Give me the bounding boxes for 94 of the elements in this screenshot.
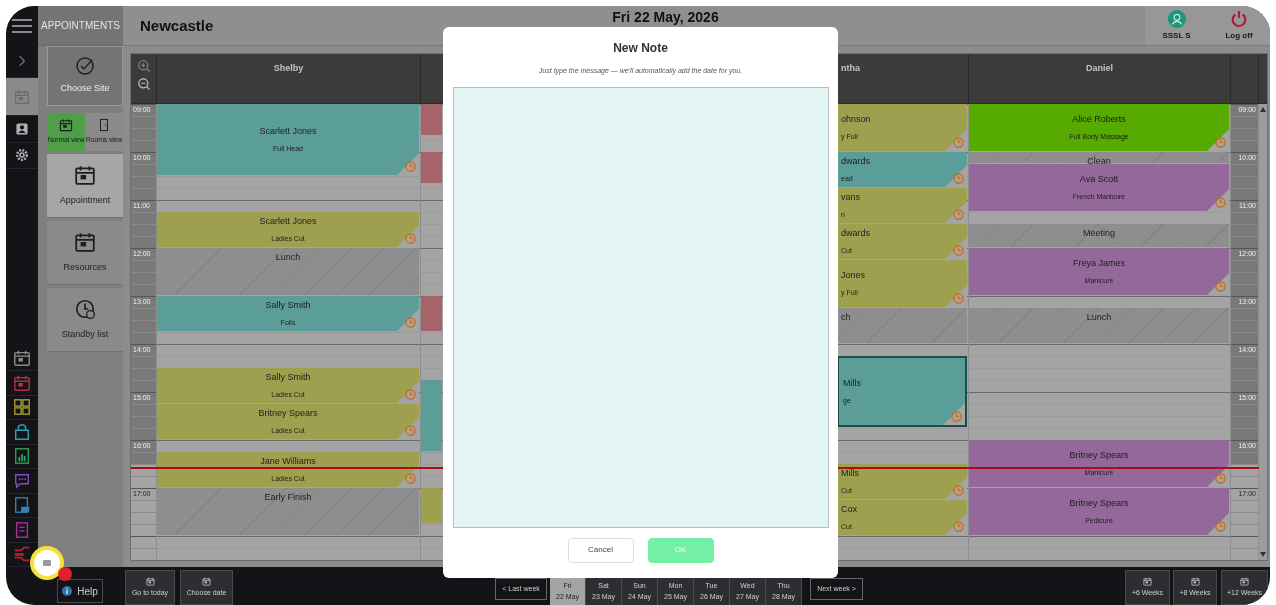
location-title: Newcastle: [140, 16, 214, 34]
client-name: Sally Smith: [265, 301, 311, 310]
menu-icon: [12, 17, 32, 34]
power-icon: [1230, 9, 1249, 28]
check-circle-icon: [75, 56, 95, 77]
calendar-icon: [13, 373, 31, 392]
calendar-icon: [59, 118, 73, 133]
client-name: dwards: [841, 229, 870, 238]
client-name: Jones: [841, 271, 866, 280]
bag-icon: [13, 422, 31, 441]
message-field[interactable]: [452, 86, 829, 528]
time-block[interactable]: Meeting: [969, 224, 1229, 247]
clock-icon: [953, 209, 964, 220]
nav-item[interactable]: Appointment: [47, 154, 123, 218]
calendar-icon: [74, 230, 96, 253]
calendar-icon: [202, 576, 211, 586]
calendar-icon: [13, 349, 31, 368]
client-name: Britney Spears: [1069, 451, 1129, 460]
logo-icon: [43, 560, 51, 566]
client-name: Scarlett Jones: [259, 127, 317, 136]
client-name: Ava Scott: [1079, 175, 1119, 184]
client-name: Freya James: [1073, 259, 1125, 268]
client-name: Britney Spears: [258, 409, 318, 418]
help-button[interactable]: Help: [57, 579, 103, 603]
clock-icon: [953, 173, 964, 184]
calendar-icon: [1240, 576, 1249, 586]
clock-icon: [1215, 521, 1226, 532]
info-icon: [62, 586, 73, 596]
clock-icon: [953, 521, 964, 532]
zoom-in-icon: [136, 59, 151, 73]
tools-icon: [13, 545, 31, 564]
clock-icon: [953, 293, 964, 304]
clock-icon: [1215, 281, 1226, 292]
client-name: Britney Spears: [1069, 499, 1129, 508]
time-block[interactable]: Early Finish: [157, 488, 419, 535]
client-name: Scarlett Jones: [259, 217, 317, 226]
client-name: Alice Roberts: [1072, 115, 1126, 124]
grid-icon: [13, 398, 31, 417]
clock-icon: [405, 473, 416, 484]
time-block[interactable]: ch: [837, 308, 967, 343]
dialog-title: New Note: [613, 40, 668, 57]
gear-icon: [14, 147, 30, 164]
client-name: vans: [841, 193, 860, 202]
clock-icon: [405, 425, 416, 436]
zoom-out-icon: [136, 77, 151, 91]
clock-icon: [953, 137, 964, 148]
column-header: Daniel: [1086, 62, 1113, 75]
time-block[interactable]: Clean: [969, 152, 1229, 163]
section-title: APPOINTMENTS: [38, 6, 123, 46]
client-name: Sally Smith: [265, 373, 311, 382]
document-icon: [13, 520, 31, 539]
client-name: Cox: [841, 505, 857, 514]
choose-site-button[interactable]: Choose Site: [47, 46, 123, 106]
client-name: Mills: [843, 379, 861, 388]
clock-icon: [405, 161, 416, 172]
scroll-up-icon: [1260, 107, 1266, 112]
clock-icon: [951, 411, 962, 422]
calendar-icon: [74, 163, 96, 186]
clock-icon: [1215, 473, 1226, 484]
client-name: dwards: [841, 157, 870, 166]
calendar-icon: [1190, 576, 1200, 586]
calendar-icon: [1143, 576, 1152, 586]
user-icon: [1167, 9, 1186, 28]
column-header: Shelby: [273, 62, 304, 75]
calendar-icon: [14, 88, 30, 105]
user-button[interactable]: SSSL S: [1162, 9, 1191, 42]
clock-icon: [405, 317, 416, 328]
cancel-button[interactable]: Cancel: [567, 537, 634, 563]
recorder-overlay[interactable]: [30, 546, 64, 580]
scrollbar[interactable]: [1259, 104, 1267, 560]
clock-icon: [405, 233, 416, 244]
contact-card-icon: [14, 120, 30, 137]
time-block[interactable]: Lunch: [969, 308, 1229, 343]
log-off-button[interactable]: Log off: [1225, 9, 1253, 42]
time-block[interactable]: Lunch: [157, 248, 419, 295]
door-icon: [97, 118, 111, 133]
column-header: ntha: [841, 62, 860, 75]
date-title: Fri 22 May, 2026: [612, 10, 719, 24]
client-name: ohnson: [841, 115, 871, 124]
clock-icon: [953, 245, 964, 256]
chat-icon: [13, 471, 31, 490]
nav-item[interactable]: Resources: [47, 221, 123, 285]
clock-icon: [1215, 197, 1226, 208]
scroll-down-icon: [1260, 552, 1266, 557]
client-name: Jane Williams: [260, 457, 316, 466]
clock-icon: [1215, 137, 1226, 148]
nav-item[interactable]: Standby list: [47, 288, 123, 352]
clock-icon: [405, 389, 416, 400]
client-name: Mills: [841, 469, 859, 478]
clock-icon: [953, 485, 964, 496]
document-icon: [13, 496, 31, 515]
chart-icon: [13, 447, 31, 466]
clock-icon: [74, 297, 96, 320]
calendar-icon: [145, 576, 155, 586]
